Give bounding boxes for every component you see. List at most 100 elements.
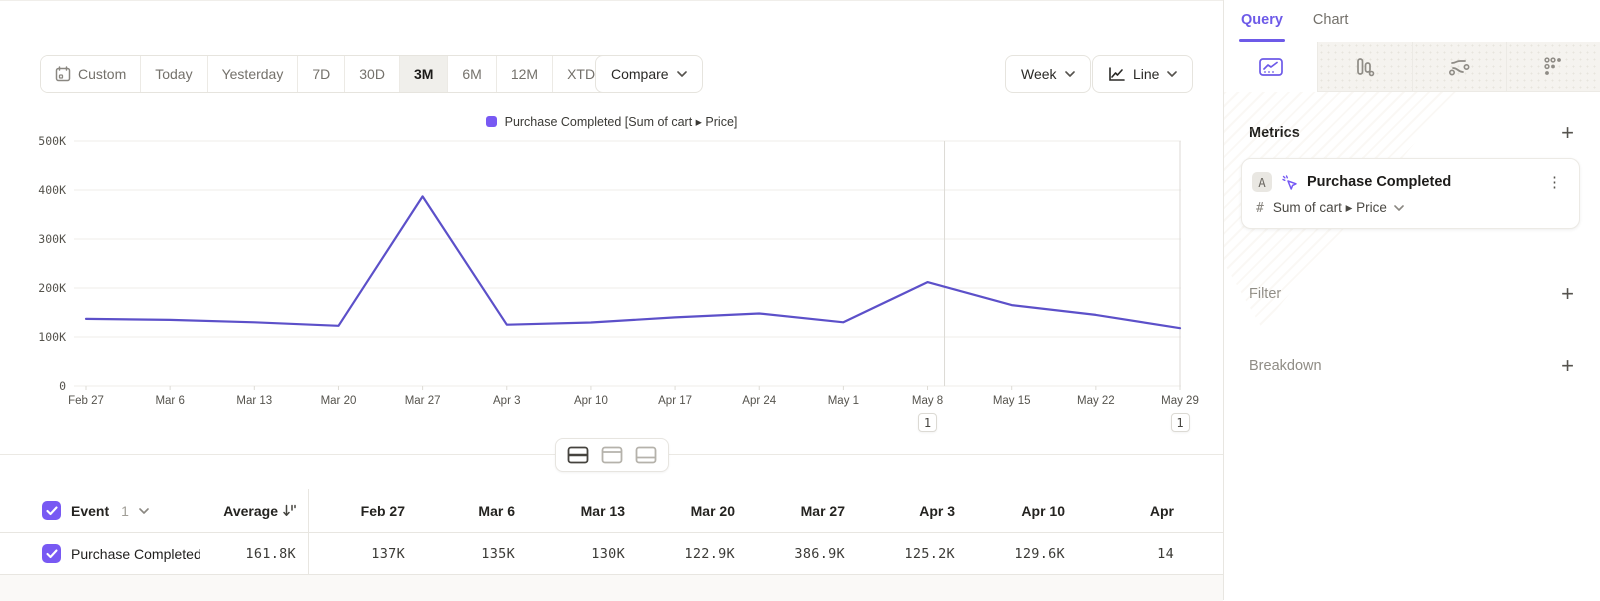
line-chart-icon (1108, 67, 1125, 82)
date-column-header: Apr 10 (969, 503, 1079, 519)
x-tick-label: Apr 10 (574, 395, 608, 407)
aggregation-selector[interactable]: Sum of cart ▸ Price (1273, 200, 1404, 216)
y-tick-label: 100K (38, 330, 66, 344)
x-tick-label: Mar 27 (405, 395, 441, 407)
x-tick-label: May 1 (828, 395, 859, 407)
bar-chart-icon (1353, 55, 1377, 79)
range-button-today[interactable]: Today (141, 56, 207, 92)
annotation-badge[interactable]: 1 (1171, 413, 1190, 432)
number-type-icon: # (1256, 201, 1264, 216)
tab-insights-chart[interactable] (1224, 42, 1317, 92)
line-chart[interactable]: 0100K200K300K400K500KFeb 27Mar 6Mar 13Ma… (0, 131, 1223, 441)
x-tick-label: Mar 6 (155, 395, 184, 407)
panel-tabs: Query Chart (1224, 0, 1600, 42)
table-header-row: Event 1 Average Feb 27Mar 6Mar 13Mar 20M… (0, 489, 1223, 533)
table-footer-strip (0, 575, 1223, 601)
tab-bar-chart[interactable] (1317, 42, 1411, 92)
range-label: 30D (359, 66, 385, 82)
y-tick-label: 400K (38, 183, 66, 197)
chevron-down-icon (139, 508, 149, 514)
range-button-3m[interactable]: 3M (400, 56, 448, 92)
view-toggle-group (555, 438, 669, 472)
value-cell: 14 (1079, 546, 1182, 562)
add-breakdown-button[interactable]: + (1561, 355, 1574, 377)
table-only-view-icon[interactable] (635, 446, 657, 464)
x-tick-label: Feb 27 (68, 395, 104, 407)
y-tick-label: 300K (38, 232, 66, 246)
range-button-yesterday[interactable]: Yesterday (208, 56, 299, 92)
table-body: Purchase Completed [... 161.8K 137K135K130… (0, 533, 1223, 575)
value-cell: 386.9K (749, 546, 859, 562)
event-header-cell[interactable]: Event 1 (0, 501, 200, 520)
chevron-down-icon (1394, 205, 1404, 211)
metric-options-kebab-icon[interactable]: ⋮ (1544, 173, 1565, 191)
range-label: Today (155, 66, 192, 82)
panel-tab-chart[interactable]: Chart (1313, 12, 1348, 42)
filter-section-header: Filter + (1224, 283, 1600, 305)
row-values: 137K135K130K122.9K386.9K125.2K129.6K14 (308, 533, 1223, 574)
range-button-7d[interactable]: 7D (298, 56, 345, 92)
range-label: 6M (462, 66, 481, 82)
y-tick-label: 200K (38, 281, 66, 295)
average-value: 161.8K (245, 546, 296, 562)
date-toolbar: Custom Today Yesterday 7D 30D 3M 6M 12M XTD Comp… (0, 55, 1223, 93)
insights-chart-icon (1258, 56, 1284, 78)
split-view-icon[interactable] (567, 446, 589, 464)
filter-title: Filter (1249, 286, 1281, 302)
metrics-section-header: Metrics + (1224, 122, 1600, 144)
range-button-30d[interactable]: 30D (345, 56, 400, 92)
date-column-header: Mar 13 (529, 503, 639, 519)
x-tick-label: May 22 (1077, 395, 1115, 407)
date-column-header: Mar 20 (639, 503, 749, 519)
compare-button[interactable]: Compare (595, 55, 703, 93)
report-type-tabs (1224, 42, 1600, 92)
date-column-header: Feb 27 (309, 503, 419, 519)
legend-swatch (486, 116, 497, 127)
range-label: Yesterday (222, 66, 284, 82)
calendar-icon (55, 66, 71, 82)
panel-watermark (1224, 92, 1600, 472)
chevron-down-icon (1065, 71, 1075, 77)
tab-flows[interactable] (1412, 42, 1506, 92)
x-tick-label: Apr 24 (742, 395, 776, 407)
legend-series-label: Purchase Completed [Sum of cart ▸ Price] (505, 114, 738, 129)
chart-only-view-icon[interactable] (601, 446, 623, 464)
range-label: XTD (567, 66, 595, 82)
chart-legend: Purchase Completed [Sum of cart ▸ Price] (0, 114, 1223, 129)
chevron-down-icon (677, 71, 687, 77)
add-metric-button[interactable]: + (1561, 122, 1574, 144)
x-tick-label: May 15 (993, 395, 1031, 407)
row-checkbox[interactable] (42, 544, 61, 563)
results-table: Event 1 Average Feb 27Mar 6Mar 13Mar 20M… (0, 489, 1223, 601)
event-click-icon (1281, 174, 1298, 191)
granularity-button[interactable]: Week (1005, 55, 1091, 93)
aggregation-label: Sum of cart ▸ Price (1273, 200, 1387, 216)
table-row[interactable]: Purchase Completed [... 161.8K 137K135K130… (0, 533, 1223, 575)
tab-retention[interactable] (1506, 42, 1600, 92)
annotation-badge[interactable]: 1 (918, 413, 937, 432)
x-tick-label: Mar 20 (321, 395, 357, 407)
metric-card[interactable]: A Purchase Completed ⋮ # Sum of cart ▸ P… (1241, 158, 1580, 229)
x-tick-label: Apr 3 (493, 395, 521, 407)
range-button-12m[interactable]: 12M (497, 56, 553, 92)
date-range-group: Custom Today Yesterday 7D 30D 3M 6M 12M XTD (40, 55, 627, 93)
breakdown-title: Breakdown (1249, 358, 1322, 374)
x-tick-label: Apr 17 (658, 395, 692, 407)
retention-icon (1541, 55, 1565, 79)
range-label: 12M (511, 66, 538, 82)
panel-tab-query[interactable]: Query (1241, 12, 1283, 42)
metric-event-name: Purchase Completed (1307, 174, 1535, 190)
average-header-cell[interactable]: Average (200, 503, 308, 519)
value-cell: 137K (309, 546, 419, 562)
series-letter-badge: A (1252, 172, 1272, 192)
chart-type-button[interactable]: Line (1092, 55, 1193, 93)
value-cell: 122.9K (639, 546, 749, 562)
add-filter-button[interactable]: + (1561, 283, 1574, 305)
select-all-checkbox[interactable] (42, 501, 61, 520)
event-name-cell: Purchase Completed [... (0, 544, 200, 563)
range-button-6m[interactable]: 6M (448, 56, 496, 92)
value-cell: 129.6K (969, 546, 1079, 562)
range-button-custom[interactable]: Custom (41, 56, 141, 92)
series-line[interactable] (86, 196, 1180, 328)
query-panel: Query Chart (1223, 0, 1600, 600)
